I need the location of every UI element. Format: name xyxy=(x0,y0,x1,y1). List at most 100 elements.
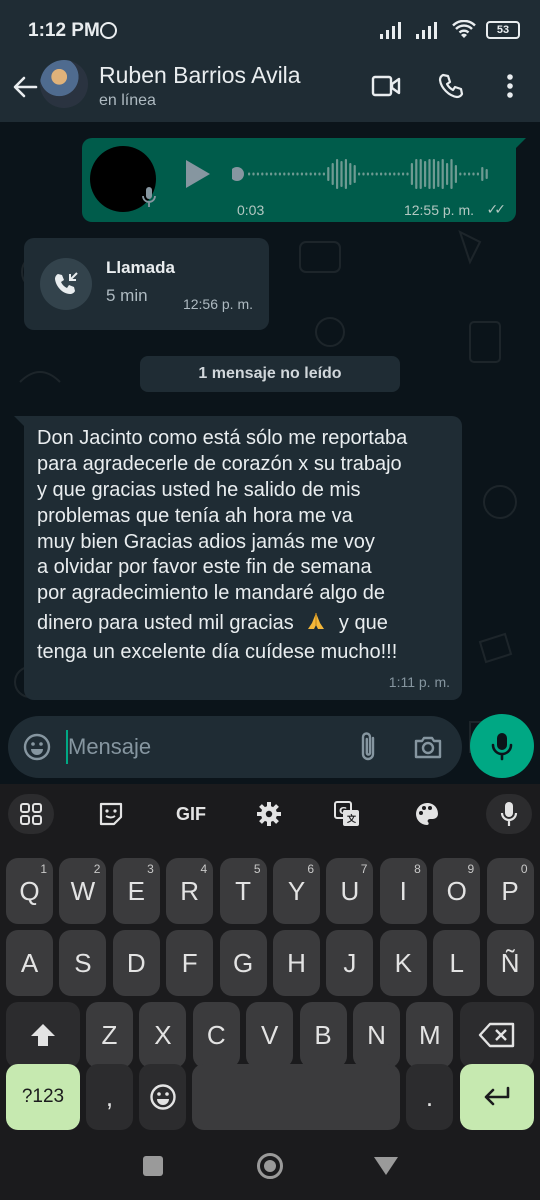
key-g[interactable]: G xyxy=(219,930,267,996)
waveform-bar xyxy=(252,172,255,176)
apps-grid-icon[interactable] xyxy=(8,794,54,834)
key-c[interactable]: C xyxy=(192,1002,240,1068)
attach-icon[interactable] xyxy=(356,730,382,764)
shift-key[interactable] xyxy=(6,1002,80,1068)
outgoing-voice-message[interactable]: 0:03 12:55 p. m. ✓✓ xyxy=(82,138,526,222)
waveform-bar xyxy=(393,172,396,176)
voice-duration: 0:03 xyxy=(237,202,265,218)
key-y[interactable]: Y6 xyxy=(273,858,320,924)
gif-button[interactable]: GIF xyxy=(168,794,214,834)
period-key[interactable]: . xyxy=(406,1064,453,1130)
key-label: E xyxy=(127,875,145,906)
sticker-icon[interactable] xyxy=(88,794,134,834)
waveform-bar xyxy=(441,159,444,189)
waveform-bar xyxy=(314,172,317,176)
message-line: y que gracias usted he salido de mis xyxy=(37,478,361,501)
key-label: G xyxy=(232,947,254,978)
chat-area[interactable]: 0:03 12:55 p. m. ✓✓ Llamada 5 min 12:56 … xyxy=(0,122,540,784)
voice-waveform[interactable] xyxy=(232,154,497,194)
key-hint: 4 xyxy=(200,862,208,876)
voice-record-button[interactable] xyxy=(470,714,534,778)
message-line: problemas que tenía ah hora me va xyxy=(37,504,353,527)
settings-icon[interactable] xyxy=(246,794,292,834)
signal-1-icon xyxy=(380,21,406,39)
key-s[interactable]: S xyxy=(59,930,107,996)
key-n[interactable]: N xyxy=(353,1002,400,1068)
key-i[interactable]: I8 xyxy=(379,858,427,924)
key-label: I xyxy=(399,875,407,906)
call-log-message[interactable]: Llamada 5 min 12:56 p. m. xyxy=(24,238,269,330)
key-l[interactable]: L xyxy=(433,930,481,996)
enter-key[interactable] xyxy=(460,1064,534,1130)
key-f[interactable]: F xyxy=(166,930,214,996)
key-r[interactable]: R4 xyxy=(166,858,214,924)
back-nav-icon[interactable] xyxy=(370,1150,402,1182)
waveform-bar xyxy=(340,161,343,187)
key-t[interactable]: T5 xyxy=(219,858,267,924)
waveform-bar xyxy=(463,172,466,176)
key-m[interactable]: M xyxy=(406,1002,454,1068)
message-time: 1:11 p. m. xyxy=(388,674,450,690)
waveform-bar xyxy=(283,172,286,176)
key-k[interactable]: K xyxy=(379,930,427,996)
key-w[interactable]: W2 xyxy=(59,858,107,924)
key-a[interactable]: A xyxy=(6,930,53,996)
video-call-icon[interactable] xyxy=(368,68,404,104)
key-hint: 5 xyxy=(253,862,261,876)
key-x[interactable]: X xyxy=(139,1002,187,1068)
svg-text:文: 文 xyxy=(346,813,357,825)
waveform-bar xyxy=(454,165,457,183)
key-j[interactable]: J xyxy=(326,930,374,996)
palette-icon[interactable] xyxy=(404,794,450,834)
key-label: A xyxy=(20,947,39,978)
symbols-key[interactable]: ?123 xyxy=(6,1064,80,1130)
key-label: C xyxy=(206,1019,226,1050)
contact-avatar[interactable] xyxy=(40,60,88,108)
key-d[interactable]: D xyxy=(112,930,160,996)
contact-name[interactable]: Ruben Barrios Avila xyxy=(99,62,301,89)
key-u[interactable]: U7 xyxy=(326,858,374,924)
waveform-bar xyxy=(437,161,440,187)
emoji-key[interactable] xyxy=(139,1064,186,1130)
incoming-text-message[interactable]: Don Jacinto como está sólo me reportaba … xyxy=(14,416,462,700)
back-arrow-icon[interactable] xyxy=(10,72,40,102)
key-o[interactable]: O9 xyxy=(433,858,481,924)
key-q[interactable]: Q1 xyxy=(6,858,53,924)
waveform-bar xyxy=(300,172,303,176)
space-key[interactable] xyxy=(192,1064,400,1130)
phone-icon[interactable] xyxy=(433,68,469,104)
waveform-bar xyxy=(419,159,422,189)
key-z[interactable]: Z xyxy=(86,1002,133,1068)
playback-position-dot[interactable] xyxy=(232,167,244,181)
more-icon[interactable] xyxy=(492,68,528,104)
waveform-bar xyxy=(287,172,290,176)
comma-key[interactable]: , xyxy=(86,1064,133,1130)
key-label: M xyxy=(419,1019,441,1050)
keyboard-mic-icon[interactable] xyxy=(486,794,532,834)
camera-icon[interactable] xyxy=(413,732,443,762)
key-label: X xyxy=(154,1019,172,1050)
key-label: P xyxy=(501,875,519,906)
waveform-bar xyxy=(410,163,413,185)
key-label: Q xyxy=(19,875,40,906)
waveform-bar xyxy=(318,172,321,176)
key-e[interactable]: E3 xyxy=(112,858,160,924)
translate-icon[interactable]: G文 xyxy=(324,794,370,834)
key-hint: 0 xyxy=(520,862,528,876)
recents-icon[interactable] xyxy=(137,1150,169,1182)
signal-2-icon xyxy=(416,21,442,39)
key-h[interactable]: H xyxy=(273,930,320,996)
shift-icon xyxy=(31,1024,55,1046)
key-label: J xyxy=(343,947,357,978)
key-ñ[interactable]: Ñ xyxy=(486,930,534,996)
backspace-key[interactable] xyxy=(460,1002,534,1068)
play-icon[interactable] xyxy=(186,160,210,188)
home-icon[interactable] xyxy=(254,1150,286,1182)
emoji-icon[interactable] xyxy=(22,732,52,762)
key-b[interactable]: B xyxy=(299,1002,347,1068)
message-line: por agradecimiento le mandaré algo de xyxy=(37,582,385,605)
key-p[interactable]: P0 xyxy=(486,858,534,924)
key-v[interactable]: V xyxy=(246,1002,294,1068)
message-input[interactable] xyxy=(66,730,336,764)
mic-icon xyxy=(142,187,156,207)
